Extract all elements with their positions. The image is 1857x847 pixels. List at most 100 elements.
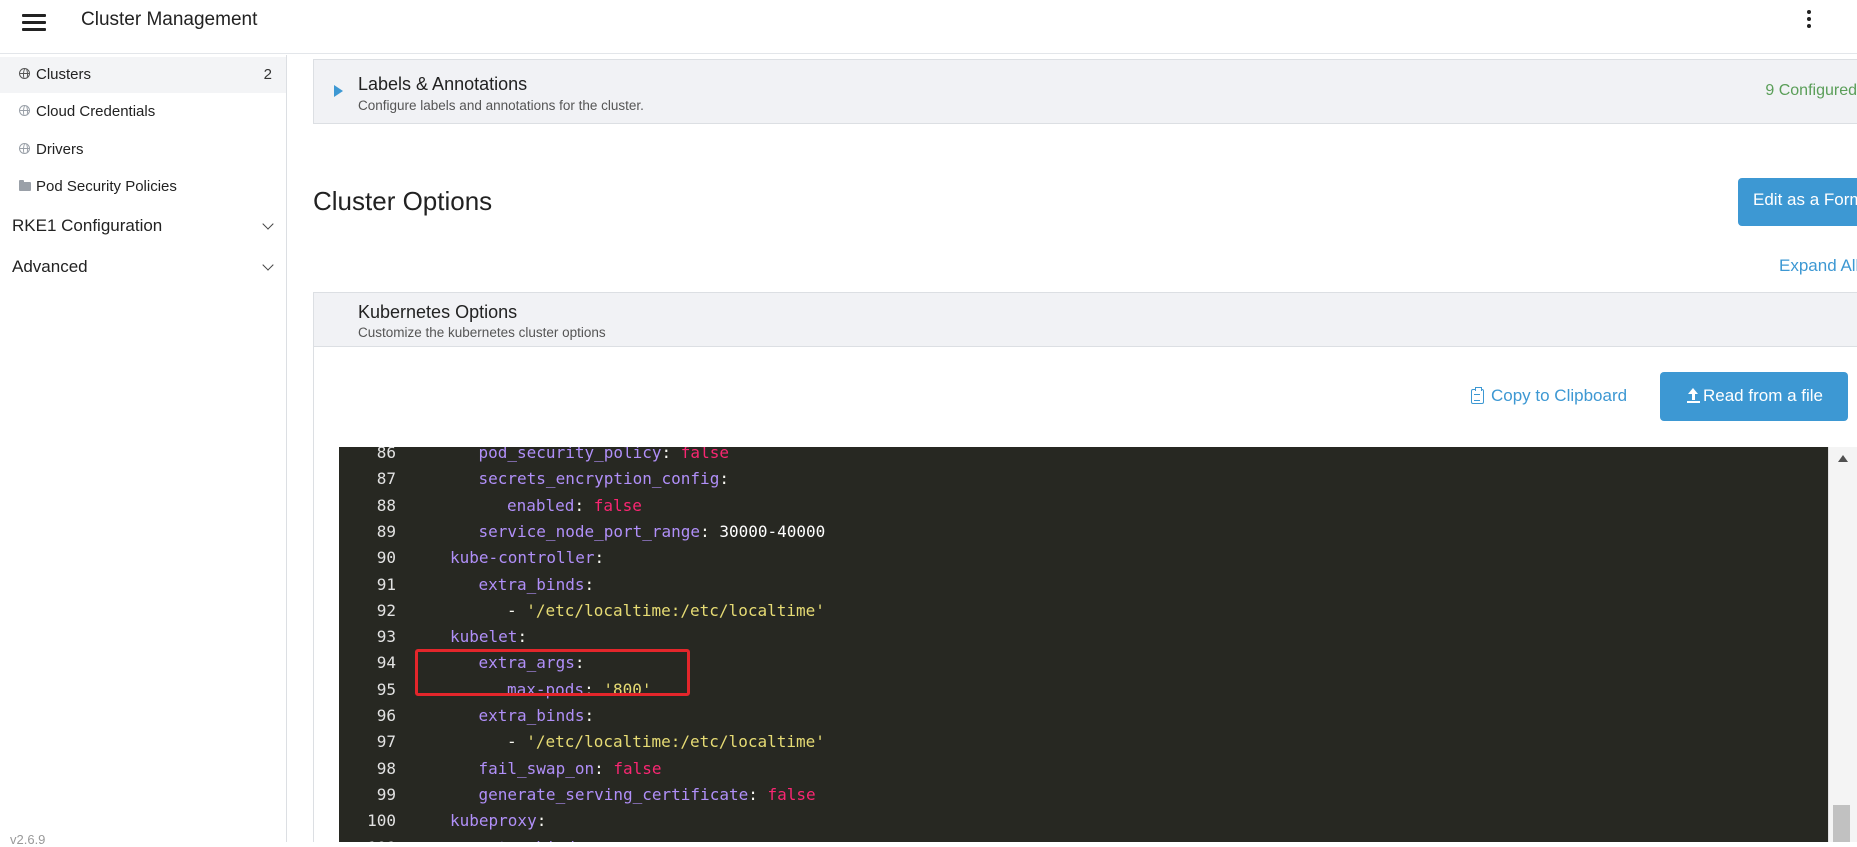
code-text: enabled: false bbox=[507, 493, 642, 519]
scrollbar-thumb[interactable] bbox=[1833, 805, 1850, 842]
line-number: 97 bbox=[376, 732, 396, 752]
scroll-up-arrow-icon[interactable] bbox=[1838, 455, 1848, 462]
editor-scrollbar[interactable] bbox=[1828, 447, 1857, 842]
top-header: Cluster Management bbox=[0, 0, 1857, 54]
yaml-code-editor[interactable]: 86 pod_security_policy: false 87 secrets_en… bbox=[339, 447, 1828, 842]
edit-as-form-button[interactable]: Edit as a Form bbox=[1738, 178, 1857, 226]
line-number: 101 bbox=[339, 835, 396, 843]
code-token: pod_security_policy bbox=[478, 447, 662, 462]
sidebar-item-label: Pod Security Policies bbox=[36, 178, 177, 195]
folder-icon bbox=[19, 180, 31, 192]
code-token: false bbox=[613, 758, 662, 778]
code-token: secrets_encryption_config bbox=[478, 469, 720, 489]
copy-to-clipboard-link[interactable]: Copy to Clipboard bbox=[1471, 386, 1627, 406]
line-number: 100 bbox=[367, 811, 396, 831]
sidebar-item-clusters[interactable]: Clusters 2 bbox=[0, 57, 286, 93]
code-token: : bbox=[517, 627, 528, 647]
code-line[interactable]: 99 generate_serving_certificate: false bbox=[339, 782, 1828, 808]
code-text: fail_swap_on: false bbox=[479, 756, 662, 782]
code-text: extra_binds: bbox=[479, 703, 595, 729]
sidebar-item-drivers[interactable]: Drivers bbox=[0, 132, 286, 168]
code-token: : bbox=[536, 811, 547, 831]
upload-icon bbox=[1687, 388, 1701, 404]
sidebar-item-label: Clusters bbox=[36, 66, 92, 83]
code-token: fail_swap_on bbox=[478, 758, 595, 778]
code-token: enabled bbox=[507, 495, 575, 515]
code-line[interactable]: 86 pod_security_policy: false bbox=[339, 447, 1828, 466]
code-token: : bbox=[748, 784, 768, 804]
line-number: 96 bbox=[376, 706, 396, 725]
code-token: kube-controller bbox=[450, 548, 595, 568]
read-from-file-button[interactable]: Read from a file bbox=[1660, 372, 1848, 421]
code-token: : bbox=[594, 758, 614, 778]
globe-icon bbox=[19, 143, 31, 155]
code-token: : bbox=[700, 521, 720, 541]
chevron-down-icon bbox=[262, 259, 274, 271]
code-line[interactable]: 98 fail_swap_on: false bbox=[339, 756, 1828, 782]
code-line[interactable]: 92 - '/etc/localtime:/etc/localtime' bbox=[339, 598, 1828, 624]
code-line[interactable]: 88 enabled: false bbox=[339, 493, 1828, 519]
globe-icon bbox=[19, 105, 31, 117]
line-number: 93 bbox=[376, 627, 396, 647]
line-number: 99 bbox=[376, 784, 396, 804]
hamburger-icon[interactable] bbox=[22, 14, 46, 32]
line-number: 95 bbox=[376, 679, 396, 699]
labels-annotations-panel[interactable]: Labels & Annotations Configure labels an… bbox=[313, 59, 1857, 124]
sidebar-item-cloud-credentials[interactable]: Cloud Credentials bbox=[0, 94, 286, 130]
code-line[interactable]: 100 kubeproxy: bbox=[339, 808, 1828, 834]
code-token: extra_binds bbox=[478, 574, 585, 594]
code-line[interactable]: 87 secrets_encryption_config: bbox=[339, 466, 1828, 492]
code-line[interactable]: 101 extra_binds: bbox=[339, 835, 1828, 843]
app-title: Cluster Management bbox=[81, 9, 258, 30]
code-line[interactable]: 90 kube-controller: bbox=[339, 545, 1828, 571]
expand-all-link[interactable]: Expand All bbox=[1779, 256, 1857, 276]
line-number: 94 bbox=[376, 653, 396, 673]
code-text: service_node_port_range: 30000-40000 bbox=[479, 519, 826, 545]
code-token: '/etc/localtime:/etc/localtime' bbox=[526, 732, 825, 752]
code-token: false bbox=[593, 495, 642, 515]
code-token: : bbox=[719, 469, 729, 489]
code-text: extra_binds: bbox=[479, 572, 595, 598]
code-token: 30000-40000 bbox=[719, 521, 826, 541]
code-text: extra_binds: bbox=[479, 835, 595, 843]
line-number: 91 bbox=[376, 574, 396, 594]
line-number: 86 bbox=[376, 447, 396, 462]
code-text: kubelet: bbox=[450, 624, 527, 650]
code-text: secrets_encryption_config: bbox=[479, 466, 729, 492]
code-line[interactable]: 91 extra_binds: bbox=[339, 572, 1828, 598]
code-token: : bbox=[574, 495, 594, 515]
code-text: generate_serving_certificate: false bbox=[479, 782, 816, 808]
code-text: pod_security_policy: false bbox=[479, 447, 729, 466]
code-line[interactable]: 96 extra_binds: bbox=[339, 703, 1828, 729]
code-token: service_node_port_range bbox=[478, 521, 701, 541]
code-line[interactable]: 89 service_node_port_range: 30000-40000 bbox=[339, 519, 1828, 545]
sidebar-group-label: Advanced bbox=[12, 257, 88, 276]
highlight-annotation-box bbox=[415, 649, 690, 696]
code-text: kubeproxy: bbox=[450, 808, 546, 834]
line-number: 98 bbox=[376, 758, 396, 778]
code-token: : bbox=[584, 574, 595, 594]
sidebar-group-rke1-configuration[interactable]: RKE1 Configuration bbox=[0, 207, 286, 247]
code-token: - bbox=[507, 732, 527, 752]
code-token: - bbox=[507, 600, 527, 620]
code-token: : bbox=[584, 838, 594, 843]
code-text: kube-controller: bbox=[450, 545, 604, 571]
kebab-icon[interactable] bbox=[1804, 10, 1814, 32]
code-line[interactable]: 93 kubelet: bbox=[339, 624, 1828, 650]
section-title: Cluster Options bbox=[313, 186, 493, 216]
chevron-down-icon bbox=[262, 218, 274, 230]
kubernetes-options-panel: Kubernetes Options Customize the kuberne… bbox=[313, 292, 1857, 347]
sidebar-group-label: RKE1 Configuration bbox=[12, 216, 163, 235]
code-line[interactable]: 97 - '/etc/localtime:/etc/localtime' bbox=[339, 729, 1828, 755]
code-token: extra_binds bbox=[478, 706, 585, 725]
sidebar-item-label: Drivers bbox=[36, 141, 84, 158]
panel-subtitle: Customize the kubernetes cluster options bbox=[358, 325, 606, 340]
caret-right-icon[interactable] bbox=[334, 85, 343, 97]
code-token: false bbox=[680, 447, 729, 462]
line-number: 89 bbox=[376, 521, 396, 541]
sidebar-group-advanced[interactable]: Advanced bbox=[0, 248, 286, 288]
sidebar-item-pod-security-policies[interactable]: Pod Security Policies bbox=[0, 169, 286, 205]
panel-subtitle: Configure labels and annotations for the… bbox=[358, 98, 644, 113]
code-token: generate_serving_certificate bbox=[478, 784, 749, 804]
code-token: '/etc/localtime:/etc/localtime' bbox=[526, 600, 825, 620]
